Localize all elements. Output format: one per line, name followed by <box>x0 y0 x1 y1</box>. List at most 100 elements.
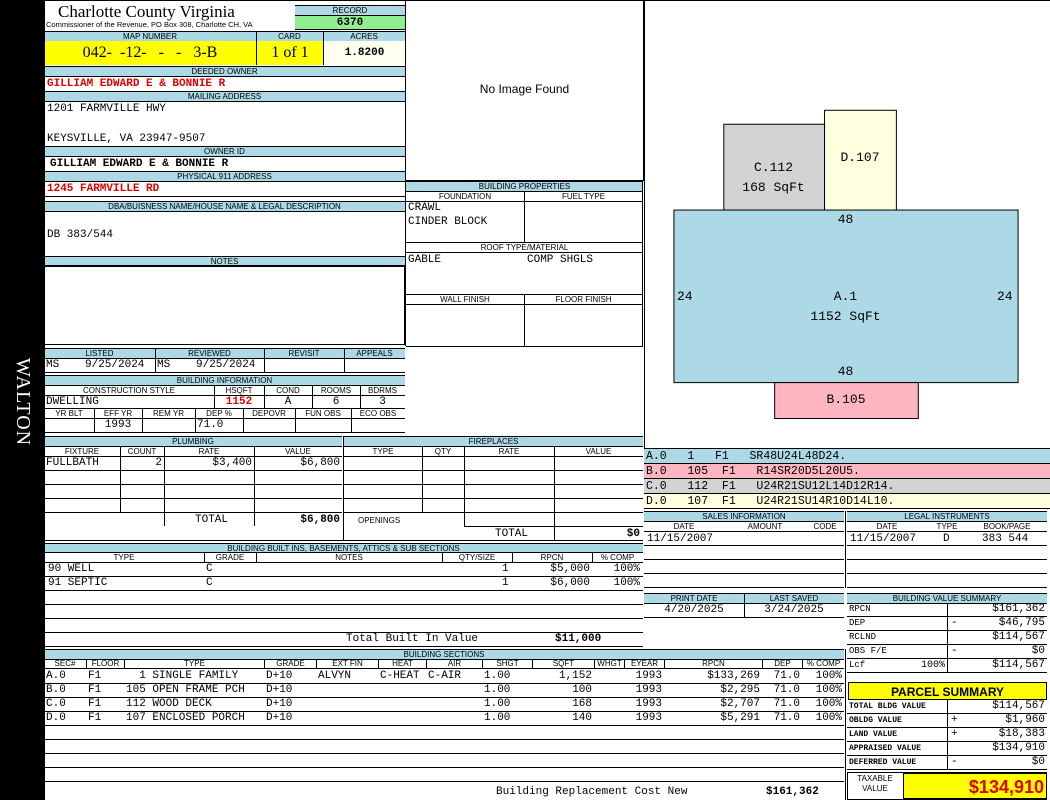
deeded-owner-label: DEEDED OWNER <box>44 66 405 77</box>
section-sec: A.0 <box>46 670 66 682</box>
no-image-text: No Image Found <box>479 82 570 96</box>
section-shgt: 1.00 <box>484 684 511 696</box>
roof-material: COMP SHGLS <box>527 254 594 266</box>
section-heat: C-HEAT <box>380 670 420 682</box>
builtins-col-notes: NOTES <box>256 552 442 563</box>
sketch-c-label: C.112 <box>753 160 793 175</box>
section-dep: 71.0 <box>773 712 800 724</box>
parcel-value: $1,960 <box>1005 714 1045 726</box>
legal-book: 383 544 <box>982 533 1029 545</box>
roof-type: GABLE <box>408 254 442 266</box>
plumbing-col-fixture: FIXTURE <box>44 446 120 457</box>
hsqft-value: 1152 <box>225 396 253 408</box>
parcel-row: LAND VALUE + $18,383 <box>847 728 1047 742</box>
builtin-comp-2: 100% <box>613 577 640 589</box>
fireplaces-col-value: VALUE <box>554 446 643 457</box>
eff-yr-label: EFF YR <box>94 408 142 419</box>
value-summary-row: RPCN $161,362 <box>847 603 1047 617</box>
section-comp: 100% <box>815 712 842 724</box>
section-floor: F1 <box>88 698 102 710</box>
deeded-owner: GILLIAM EDWARD E & BONNIE R <box>47 78 226 90</box>
sections-col-heat: HEAT <box>378 659 426 669</box>
construction-style-label: CONSTRUCTION STYLE <box>44 385 214 396</box>
acres-value: 1.8200 <box>324 41 405 65</box>
sketch-code-row: D.0 107 F1 U24R21SU14R10D14L10. <box>644 494 1050 509</box>
last-saved-label: LAST SAVED <box>744 593 844 604</box>
legal-col-date: DATE <box>847 521 927 532</box>
replacement-cost-label: Building Replacement Cost New <box>496 786 688 798</box>
section-shgt: 1.00 <box>484 698 511 710</box>
vs-value: $114,567 <box>992 659 1045 671</box>
fireplaces-col-rate: RATE <box>464 446 554 457</box>
legal-type: D <box>943 533 950 545</box>
parcel-key: LAND VALUE <box>849 730 898 739</box>
sketch-code-row: C.0 112 F1 U24R21SU12L14D12R14. <box>644 479 1050 494</box>
owner-id: GILLIAM EDWARD E & BONNIE R <box>50 158 229 170</box>
builtin-comp-1: 100% <box>613 563 640 575</box>
section-sqft: 140 <box>572 712 592 724</box>
print-date: 4/20/2025 <box>664 604 724 616</box>
section-grade: D+10 <box>266 698 293 710</box>
vs-key: RPCN <box>849 604 871 614</box>
sales-col-date: DATE <box>644 521 724 532</box>
sections-col-shgt: SHGT <box>482 659 532 669</box>
section-comp: 100% <box>815 670 842 682</box>
value-summary-row: DEP - $46,795 <box>847 617 1047 631</box>
section-type: 105 OPEN FRAME PCH <box>126 684 245 696</box>
depovr-label: DEPOVR <box>243 408 295 419</box>
section-rpcn: $133,269 <box>707 670 760 682</box>
plumbing-col-value: VALUE <box>254 446 342 457</box>
rooms-label: ROOMS <box>312 385 360 396</box>
sketch-dim-left: 24 <box>677 289 693 304</box>
plumbing-total-label: TOTAL <box>195 514 229 526</box>
notes-area <box>44 265 405 345</box>
appeals-label: APPEALS <box>344 348 405 359</box>
section-sec: B.0 <box>46 684 66 696</box>
map-number: 042- -12- - - 3-B <box>44 41 256 65</box>
plumbing-value: $6,800 <box>300 457 340 469</box>
bdrms-label: BDRMS <box>360 385 405 396</box>
fireplaces-total-label: TOTAL <box>495 528 529 540</box>
section-type: 1 SINGLE FAMILY <box>126 670 239 682</box>
foundation-label: FOUNDATION <box>406 191 524 202</box>
vs-value: $0 <box>1031 645 1045 657</box>
builtins-col-qty: QTY/SIZE <box>442 552 512 563</box>
section-sqft: 100 <box>572 684 592 696</box>
fireplaces-col-type: TYPE <box>344 446 422 457</box>
dba-legal: DB 383/544 <box>47 229 114 241</box>
section-comp: 100% <box>815 698 842 710</box>
vs-key: Lcf <box>849 660 866 670</box>
section-dep: 71.0 <box>773 684 800 696</box>
fireplaces-col-qty: QTY <box>422 446 464 457</box>
parcel-row: APPRAISED VALUE $134,910 <box>847 742 1047 756</box>
vs-value: $46,795 <box>998 617 1045 629</box>
plumbing-fixture: FULLBATH <box>46 457 99 469</box>
sections-col-eyear: EYEAR <box>624 659 664 669</box>
vs-pct: 100% <box>920 660 945 671</box>
legal-date: 11/15/2007 <box>850 533 917 545</box>
builtin-rpcn-2: $6,000 <box>550 577 590 589</box>
section-floor: F1 <box>88 712 102 724</box>
roof-label: ROOF TYPE/MATERIAL <box>406 242 643 253</box>
openings-label: OPENINGS <box>358 516 401 525</box>
dep-pct-label: DEP % <box>195 408 243 419</box>
office-address: Commissioner of the Revenue, PO Box 308,… <box>46 20 253 29</box>
rem-yr-label: REM YR <box>142 408 195 419</box>
sections-col-sqft: SQFT <box>532 659 594 669</box>
section-rpcn: $2,295 <box>720 684 760 696</box>
section-comp: 100% <box>815 684 842 696</box>
parcel-row: TOTAL BLDG VALUE $114,567 <box>847 700 1047 714</box>
parcel-value: $114,567 <box>992 700 1045 712</box>
parcel-summary-title: PARCEL SUMMARY <box>848 682 1047 700</box>
section-shgt: 1.00 <box>484 670 511 682</box>
cond-label: COND <box>264 385 312 396</box>
sketch-d-label: D.107 <box>840 150 880 165</box>
section-shgt: 1.00 <box>484 712 511 724</box>
builtin-grade-2: C <box>206 577 213 589</box>
legal-col-type: TYPE <box>927 521 967 532</box>
mailing-address-2: KEYSVILLE, VA 23947-9507 <box>47 133 206 145</box>
builtins-total: $11,000 <box>555 633 602 645</box>
sales-col-code: CODE <box>806 521 844 532</box>
section-grade: D+10 <box>266 712 293 724</box>
sections-col-type: TYPE <box>124 659 264 669</box>
